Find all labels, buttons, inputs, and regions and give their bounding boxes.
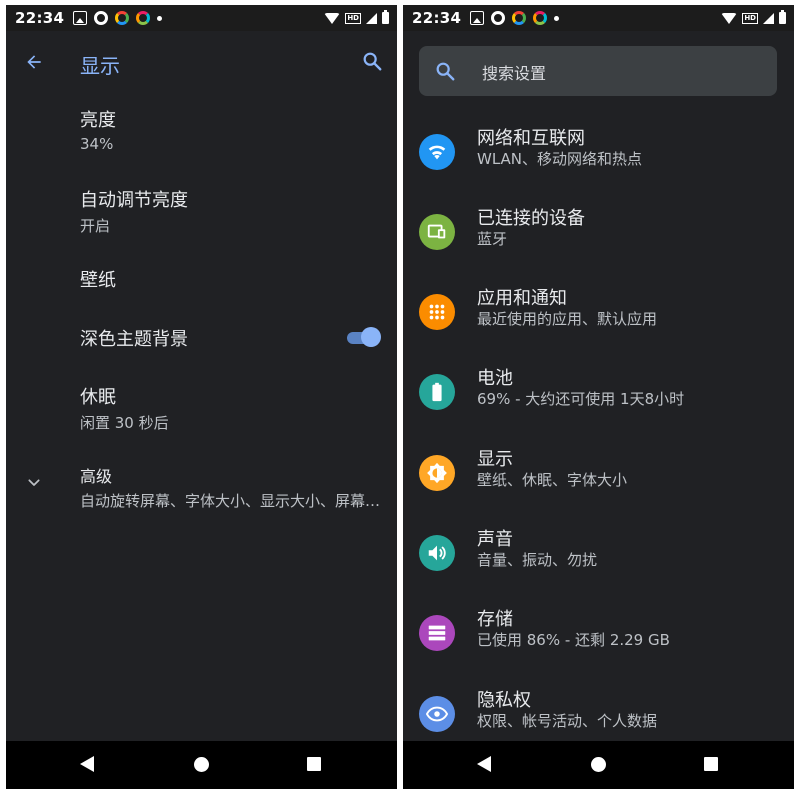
nav-back-icon[interactable] [80,756,94,772]
category-title: 声音 [477,529,513,550]
more-notifications-icon [554,15,560,21]
category-display[interactable]: 显示 壁纸、休眠、字体大小 [403,449,794,533]
devices-icon [419,214,455,250]
status-bar: 22:34 HD [6,5,397,31]
back-arrow-icon[interactable] [24,52,44,72]
category-apps-notifications[interactable]: 应用和通知 最近使用的应用、默认应用 [403,288,794,372]
brightness-icon [419,455,455,491]
category-title: 显示 [477,449,513,470]
category-title: 电池 [477,368,513,389]
image-notification-icon [470,11,485,25]
navigation-bar [403,741,794,789]
category-title: 网络和互联网 [477,128,585,149]
signal-icon [763,12,774,24]
settings-home-screen: 22:34 HD 搜索设置 网络和互联网 WLAN、移动网络和热点 已连接的设备… [403,5,794,789]
wifi-status-icon [721,12,738,24]
category-subtitle: 69% - 大约还可使用 1天8小时 [477,390,685,408]
category-title: 隐私权 [477,690,531,711]
item-subtitle: 开启 [80,217,111,235]
battery-icon [419,374,455,410]
category-subtitle: 音量、振动、勿扰 [477,551,598,569]
search-icon[interactable] [361,50,383,72]
app-notification-icon [115,11,130,25]
nav-recents-icon[interactable] [704,757,718,771]
app-notification-icon [512,11,527,25]
app-notification-icon [136,11,151,25]
wallpaper-item[interactable]: 壁纸 [80,266,381,292]
item-subtitle: 闲置 30 秒后 [80,414,169,432]
chevron-down-icon[interactable] [26,475,42,491]
nav-recents-icon[interactable] [307,757,321,771]
sync-notification-icon [491,11,506,25]
category-battery[interactable]: 电池 69% - 大约还可使用 1天8小时 [403,368,794,452]
brightness-item[interactable]: 亮度 34% [80,106,381,153]
advanced-item[interactable]: 高级 自动旋转屏幕、字体大小、显示大小、屏幕保护程序 [80,463,381,511]
display-settings-screen: 22:34 HD 显示 亮度 34% 自动调节亮度 开启 壁纸 深色主题背景 休… [6,5,397,789]
item-title: 亮度 [80,110,116,131]
sync-notification-icon [94,11,109,25]
dark-theme-toggle[interactable] [345,327,381,347]
category-subtitle: WLAN、移动网络和热点 [477,150,643,168]
category-sound[interactable]: 声音 音量、振动、勿扰 [403,529,794,613]
status-time: 22:34 [15,9,65,27]
item-title: 壁纸 [80,270,116,291]
more-notifications-icon [157,15,163,21]
category-subtitle: 已使用 86% - 还剩 2.29 GB [477,631,670,649]
dark-theme-item[interactable]: 深色主题背景 [80,325,381,351]
category-title: 已连接的设备 [477,208,585,229]
page-title: 显示 [80,54,120,78]
category-title: 存储 [477,609,513,630]
category-subtitle: 最近使用的应用、默认应用 [477,310,658,328]
app-notification-icon [533,11,548,25]
status-time: 22:34 [412,9,462,27]
toggle-thumb [361,327,381,347]
sleep-item[interactable]: 休眠 闲置 30 秒后 [80,383,381,433]
volume-icon [419,535,455,571]
nav-back-icon[interactable] [477,756,491,772]
image-notification-icon [73,11,88,25]
item-subtitle: 自动旋转屏幕、字体大小、显示大小、屏幕保护程序 [80,492,381,510]
navigation-bar [6,741,397,789]
settings-search-bar[interactable]: 搜索设置 [419,46,777,96]
storage-icon [419,615,455,651]
search-placeholder: 搜索设置 [482,64,547,83]
nav-home-icon[interactable] [591,757,606,772]
status-bar: 22:34 HD [403,5,794,31]
adaptive-brightness-item[interactable]: 自动调节亮度 开启 [80,186,381,236]
wifi-status-icon [324,12,341,24]
item-title: 深色主题背景 [80,329,188,350]
category-storage[interactable]: 存储 已使用 86% - 还剩 2.29 GB [403,609,794,693]
category-subtitle: 壁纸、休眠、字体大小 [477,471,628,489]
category-subtitle: 权限、帐号活动、个人数据 [477,712,658,730]
hd-badge: HD [742,12,758,24]
category-network[interactable]: 网络和互联网 WLAN、移动网络和热点 [403,128,794,212]
wifi-icon [419,134,455,170]
app-bar: 显示 [6,31,397,93]
item-title: 高级 [80,467,113,486]
nav-home-icon[interactable] [194,757,209,772]
battery-status-icon [382,10,389,24]
privacy-icon [419,696,455,732]
category-title: 应用和通知 [477,288,567,309]
category-subtitle: 蓝牙 [477,230,508,248]
hd-badge: HD [345,12,361,24]
apps-icon [419,294,455,330]
item-title: 自动调节亮度 [80,190,188,211]
search-icon [436,62,455,81]
battery-status-icon [779,10,786,24]
category-connected-devices[interactable]: 已连接的设备 蓝牙 [403,208,794,292]
signal-icon [366,12,377,24]
item-subtitle: 34% [80,135,114,153]
item-title: 休眠 [80,387,116,408]
